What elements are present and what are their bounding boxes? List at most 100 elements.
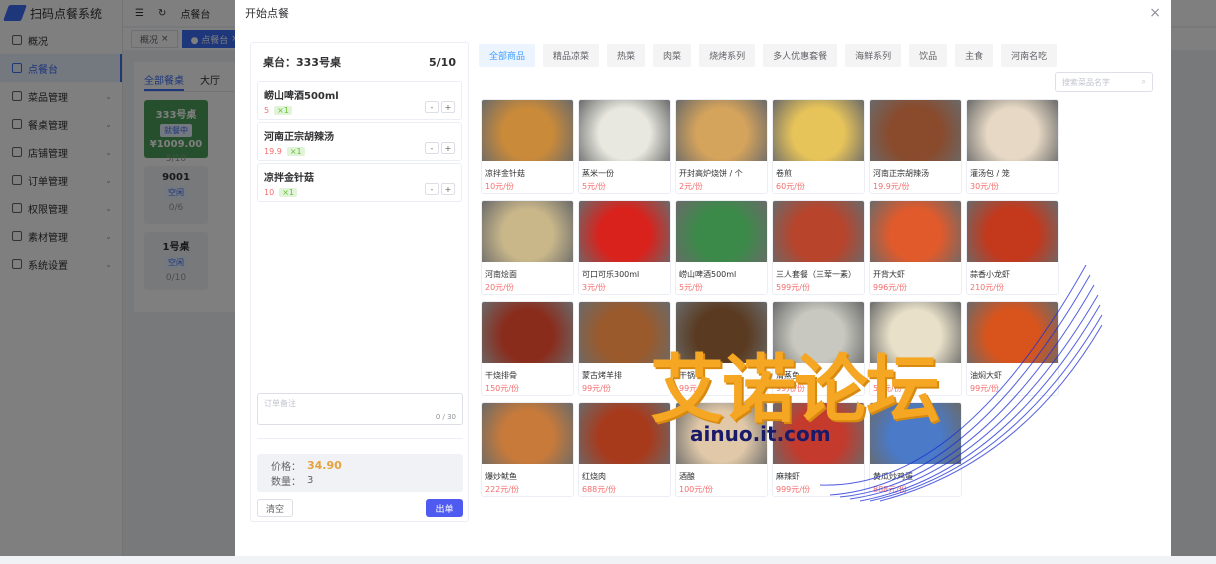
dish-card[interactable]: 干烧排骨 150元/份 — [481, 301, 574, 396]
category-tab[interactable]: 精品凉菜 — [543, 44, 600, 67]
dish-name: 可口可乐300ml — [582, 270, 640, 279]
dish-image — [482, 302, 573, 363]
dish-image — [773, 201, 864, 262]
order-item-list: 崂山啤酒500ml 5 ×1 - + 河南正宗胡辣汤 19.9 ×1 - + 凉拌金针菇… — [251, 81, 468, 202]
category-tab[interactable]: 热菜 — [607, 44, 646, 67]
dish-image — [773, 403, 864, 464]
dish-price: 99元/份 — [679, 384, 708, 393]
app-root: 扫码点餐系统 概况 点餐台 菜品管理⌄ 餐桌管理⌄ 店铺管理⌄ 订单管理⌄ 权限… — [0, 0, 1216, 564]
dish-card[interactable]: 三人套餐（三荤一素） 599元/份 — [772, 200, 865, 295]
dish-card[interactable]: 河南烩面 20元/份 — [481, 200, 574, 295]
dish-image — [579, 403, 670, 464]
dish-card[interactable]: 凉拌金针菇 10元/份 — [481, 99, 574, 194]
dish-card[interactable]: 油焖大虾 99元/份 — [966, 301, 1059, 396]
dish-name: 灌汤包 / 笼 — [970, 169, 1010, 178]
dish-card[interactable]: 黄瓜炒鸡蛋 888元/份 — [869, 402, 962, 497]
dish-card[interactable]: 蒸米一份 5元/份 — [578, 99, 671, 194]
dish-image — [773, 100, 864, 161]
dish-name: 河南正宗胡辣汤 — [873, 169, 929, 178]
dish-card[interactable]: 清蒸鱼 99元/份 — [772, 301, 865, 396]
dish-name: 蒸米一份 — [582, 169, 614, 178]
dish-image — [967, 201, 1058, 262]
drawer-header: 开始点餐 × — [235, 0, 1171, 26]
dish-price: 5元/份 — [679, 283, 703, 292]
order-item-name: 凉拌金针菇 — [264, 173, 314, 184]
category-tab[interactable]: 全部商品 — [479, 44, 536, 67]
order-summary: 价格： 34.90 数量： 3 — [257, 454, 463, 492]
close-icon[interactable]: × — [1149, 5, 1161, 21]
dish-image — [482, 403, 573, 464]
dish-name: 河南烩面 — [485, 270, 517, 279]
dish-card[interactable]: 卷煎 60元/份 — [772, 99, 865, 194]
dish-card[interactable]: 酒酿 100元/份 — [675, 402, 768, 497]
dish-price: 19.9元/份 — [873, 182, 910, 191]
dish-name: 干锅 — [679, 371, 695, 380]
increase-button[interactable]: + — [441, 142, 455, 154]
dish-price: 100元/份 — [679, 485, 713, 494]
dish-card[interactable]: 麻辣虾 999元/份 — [772, 402, 865, 497]
dish-card[interactable]: 干锅 99元/份 — [675, 301, 768, 396]
dish-card[interactable]: 春卷 50元/份 — [869, 301, 962, 396]
dish-card[interactable]: 蒙古烤羊排 99元/份 — [578, 301, 671, 396]
order-item: 凉拌金针菇 10 ×1 - + — [257, 163, 462, 202]
quantity-stepper: - + — [425, 142, 455, 154]
increase-button[interactable]: + — [441, 101, 455, 113]
order-item-price: 5 — [264, 106, 270, 115]
increase-button[interactable]: + — [441, 183, 455, 195]
drawer-title: 开始点餐 — [245, 7, 289, 20]
seat-count: 5/10 — [429, 55, 456, 69]
dish-name: 麻辣虾 — [776, 472, 800, 481]
dish-price: 996元/份 — [873, 283, 907, 292]
dish-price: 2元/份 — [679, 182, 703, 191]
decrease-button[interactable]: - — [425, 142, 439, 154]
dish-price: 150元/份 — [485, 384, 519, 393]
decrease-button[interactable]: - — [425, 101, 439, 113]
dish-price: 99元/份 — [776, 384, 805, 393]
search-input[interactable]: 搜索菜品名字 ⌕ — [1055, 72, 1153, 92]
dish-image — [676, 100, 767, 161]
dish-name: 蒜香小龙虾 — [970, 270, 1010, 279]
order-item-qty: ×1 — [286, 147, 305, 156]
count-value: 3 — [307, 475, 314, 486]
quantity-stepper: - + — [425, 183, 455, 195]
category-tab[interactable]: 多人优惠套餐 — [763, 44, 838, 67]
category-tab[interactable]: 肉菜 — [653, 44, 692, 67]
dish-card[interactable]: 红烧肉 688元/份 — [578, 402, 671, 497]
dish-card[interactable]: 爆炒鱿鱼 222元/份 — [481, 402, 574, 497]
dish-card[interactable]: 灌汤包 / 笼 30元/份 — [966, 99, 1059, 194]
dish-image — [482, 201, 573, 262]
clear-button[interactable]: 清空 — [257, 499, 293, 517]
dish-name: 干烧排骨 — [485, 371, 517, 380]
order-item-qty: ×1 — [279, 188, 297, 197]
dish-image — [482, 100, 573, 161]
category-tab[interactable]: 烧烤系列 — [699, 44, 756, 67]
dish-card[interactable]: 崂山啤酒500ml 5元/份 — [675, 200, 768, 295]
dish-name: 油焖大虾 — [970, 371, 1002, 380]
dish-card[interactable]: 开背大虾 996元/份 — [869, 200, 962, 295]
search-icon[interactable]: ⌕ — [1142, 77, 1146, 87]
category-tab[interactable]: 主食 — [955, 44, 994, 67]
dish-card[interactable]: 河南正宗胡辣汤 19.9元/份 — [869, 99, 962, 194]
order-remark-input[interactable]: 订单备注 0 / 30 — [257, 393, 463, 425]
dish-card[interactable]: 可口可乐300ml 3元/份 — [578, 200, 671, 295]
decrease-button[interactable]: - — [425, 183, 439, 195]
order-drawer: 开始点餐 × 桌台：333号桌 5/10 崂山啤酒500ml 5 ×1 - + 河南… — [235, 0, 1171, 556]
dish-price: 60元/份 — [776, 182, 805, 191]
dish-image — [870, 403, 961, 464]
dish-price: 888元/份 — [873, 485, 907, 494]
submit-order-button[interactable]: 出单 — [426, 499, 463, 517]
dish-name: 三人套餐（三荤一素） — [776, 270, 856, 279]
dish-price: 30元/份 — [970, 182, 999, 191]
dish-image — [579, 201, 670, 262]
dish-image — [967, 100, 1058, 161]
dish-image — [870, 302, 961, 363]
dish-name: 开封高炉烧饼 / 个 — [679, 169, 743, 178]
category-tab[interactable]: 海鲜系列 — [845, 44, 902, 67]
order-item-price: 19.9 — [264, 147, 282, 156]
dish-image — [579, 100, 670, 161]
dish-price: 688元/份 — [582, 485, 616, 494]
dish-card[interactable]: 开封高炉烧饼 / 个 2元/份 — [675, 99, 768, 194]
category-tab[interactable]: 饮品 — [909, 44, 948, 67]
category-tab[interactable]: 河南名吃 — [1001, 44, 1058, 67]
dish-card[interactable]: 蒜香小龙虾 210元/份 — [966, 200, 1059, 295]
